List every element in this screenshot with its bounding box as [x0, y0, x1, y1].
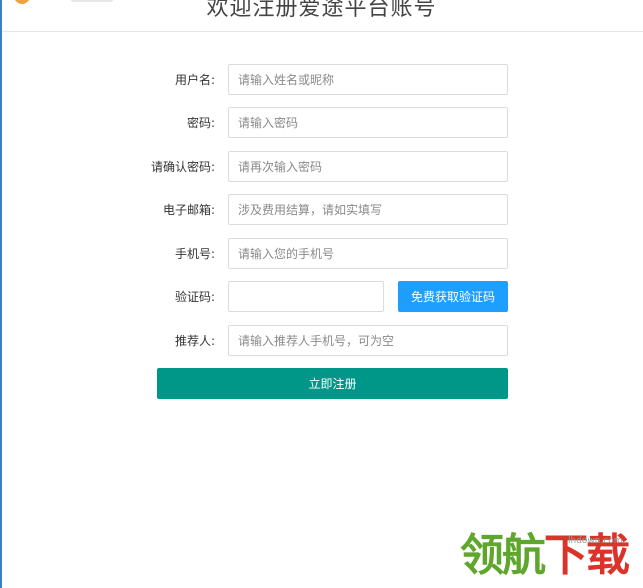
username-label: 用户名:: [174, 73, 215, 87]
email-input[interactable]: [228, 194, 508, 225]
verification-code-row: 验证码: 免费获取验证码: [0, 281, 643, 313]
email-label: 电子邮箱:: [162, 203, 215, 217]
register-button[interactable]: 立即注册: [157, 368, 508, 399]
phone-label: 手机号:: [174, 247, 215, 261]
phone-row: 手机号:: [0, 238, 643, 270]
title-divider: [2, 31, 643, 32]
username-input[interactable]: [228, 64, 508, 95]
password-input[interactable]: [228, 107, 508, 138]
referrer-label: 推荐人:: [174, 334, 215, 348]
confirm-password-label: 请确认密码:: [150, 160, 215, 174]
verification-code-input[interactable]: [228, 281, 384, 312]
get-verification-code-button[interactable]: 免费获取验证码: [398, 281, 508, 312]
referrer-input[interactable]: [228, 325, 508, 356]
watermark-url: lhdown.com: [568, 536, 623, 546]
page-title: 欢迎注册爱途平台账号: [206, 0, 437, 21]
password-row: 密码:: [0, 107, 643, 139]
phone-input[interactable]: [228, 238, 508, 269]
email-row: 电子邮箱:: [0, 194, 643, 226]
watermark-text-green: 领航: [460, 530, 546, 581]
watermark: 领航下载 lhdown.com: [458, 524, 643, 588]
username-row: 用户名:: [0, 64, 643, 96]
referrer-row: 推荐人:: [0, 325, 643, 357]
confirm-password-row: 请确认密码:: [0, 151, 643, 183]
verification-code-label: 验证码:: [174, 290, 215, 304]
password-label: 密码:: [186, 116, 215, 130]
confirm-password-input[interactable]: [228, 151, 508, 182]
